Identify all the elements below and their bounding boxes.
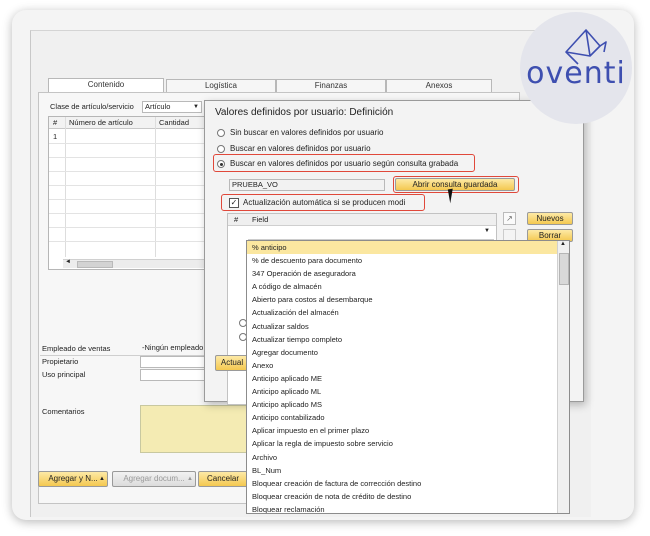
- radio-no-search[interactable]: [217, 129, 225, 137]
- grid-row-line: [49, 171, 209, 172]
- highlight-box: [393, 176, 519, 193]
- sales-employee-select[interactable]: -Ningún empleado: [140, 343, 204, 353]
- scrollbar-thumb[interactable]: [559, 253, 569, 285]
- sales-employee-label: Empleado de ventas: [42, 344, 111, 353]
- field-grid-header-field: Field: [252, 215, 269, 224]
- item-class-label: Clase de artículo/servicio: [50, 102, 134, 111]
- tab-anexos[interactable]: Anexos: [386, 79, 492, 92]
- dropdown-list-item[interactable]: Actualizar tiempo completo: [247, 333, 569, 346]
- grid-row-line: [49, 241, 209, 242]
- grid-row-line: [49, 199, 209, 200]
- update-button[interactable]: Actual: [215, 355, 249, 371]
- expand-arrow-icon[interactable]: ↗: [503, 212, 516, 225]
- dropdown-arrow-icon[interactable]: ▲: [187, 472, 193, 486]
- grid-row-line: [49, 143, 209, 144]
- chevron-down-icon: ▼: [193, 104, 199, 110]
- dropdown-list-item[interactable]: A código de almacén: [247, 280, 569, 293]
- dropdown-list-item[interactable]: Aplicar impuesto en el primer plazo: [247, 424, 569, 437]
- field-dropdown-list[interactable]: % anticipo% de descuento para documento 3…: [246, 240, 570, 514]
- dropdown-list-item[interactable]: % anticipo: [247, 241, 569, 255]
- grid-row-line: [49, 227, 209, 228]
- dropdown-list-item[interactable]: Archivo: [247, 451, 569, 464]
- highlight-box: [221, 194, 425, 211]
- dropdown-list-item[interactable]: Abierto para costos al desembarque: [247, 293, 569, 306]
- dropdown-list-item[interactable]: BL_Num: [247, 464, 569, 477]
- dropdown-list-item[interactable]: Agregar documento: [247, 346, 569, 359]
- add-document-button[interactable]: Agregar docum... ▲: [112, 471, 196, 487]
- tab-finanzas[interactable]: Finanzas: [276, 79, 386, 92]
- dropdown-list-item[interactable]: Anexo: [247, 359, 569, 372]
- dropdown-list-item[interactable]: Bloquear creación de nota de crédito de …: [247, 490, 569, 503]
- field-grid-header-index: #: [234, 215, 239, 224]
- dropdown-list-item[interactable]: Actualizar saldos: [247, 320, 569, 333]
- cancel-button[interactable]: Cancelar: [198, 471, 248, 487]
- main-use-field[interactable]: [140, 369, 206, 381]
- dropdown-list-item[interactable]: Anticipo aplicado ME: [247, 372, 569, 385]
- scroll-up-icon[interactable]: ▲: [560, 241, 566, 247]
- tab-logistica[interactable]: Logística: [166, 79, 276, 92]
- table-row-number: 1: [53, 132, 58, 141]
- dropdown-list-item[interactable]: Bloquear creación de factura de correcci…: [247, 477, 569, 490]
- dropdown-list-item[interactable]: 347 Operación de aseguradora: [247, 267, 569, 280]
- scroll-left-icon[interactable]: ◄: [65, 259, 71, 265]
- grid-header-item-number: Número de artículo: [69, 118, 133, 127]
- grid-header-quantity: Cantidad: [159, 118, 190, 127]
- grid-header-index: #: [53, 118, 58, 127]
- dropdown-list-item[interactable]: Aplicar la regla de impuesto sobre servi…: [247, 437, 569, 450]
- radio-label[interactable]: Sin buscar en valores definidos por usua…: [230, 128, 383, 137]
- item-class-select[interactable]: Artículo ▼: [142, 101, 202, 113]
- items-grid-header: # Número de artículo Cantidad: [49, 117, 209, 129]
- chevron-down-icon[interactable]: ▼: [484, 228, 490, 234]
- grid-col-divider: [65, 117, 66, 257]
- query-name-field[interactable]: PRUEBA_VO: [229, 179, 385, 191]
- dialog-title: Valores definidos por usuario: Definició…: [215, 107, 394, 118]
- field-select[interactable]: ▼: [248, 228, 494, 240]
- scrollbar-thumb[interactable]: [77, 261, 113, 268]
- owner-field[interactable]: [140, 356, 206, 368]
- add-and-new-button[interactable]: Agregar y N... ▲: [38, 471, 108, 487]
- oventi-logo: oventi: [520, 12, 632, 124]
- dropdown-list-item[interactable]: Anticipo contabilizado: [247, 411, 569, 424]
- grid-col-divider: [155, 117, 156, 257]
- horizontal-scrollbar[interactable]: ◄: [63, 259, 209, 268]
- field-grid-header: # Field: [228, 214, 496, 226]
- dropdown-list-item[interactable]: Anticipo aplicado ML: [247, 385, 569, 398]
- highlight-box: [213, 154, 475, 172]
- tab-contenido[interactable]: Contenido: [48, 78, 164, 92]
- radio-search[interactable]: [217, 145, 225, 153]
- dropdown-items: % anticipo% de descuento para documento 3…: [247, 241, 569, 513]
- new-button[interactable]: Nuevos: [527, 212, 573, 225]
- radio-label[interactable]: Buscar en valores definidos por usuario: [230, 144, 371, 153]
- vertical-scrollbar[interactable]: ▲: [557, 241, 569, 513]
- grid-row-line: [49, 213, 209, 214]
- comments-label: Comentarios: [42, 407, 85, 416]
- dropdown-list-item[interactable]: Bloquear reclamación: [247, 503, 569, 513]
- dropdown-arrow-icon[interactable]: ▲: [99, 472, 105, 486]
- grid-row-line: [49, 185, 209, 186]
- item-class-value: Artículo: [145, 102, 171, 111]
- comments-textarea[interactable]: [140, 405, 248, 453]
- add-and-new-label: Agregar y N...: [48, 474, 98, 483]
- add-document-label: Agregar docum...: [123, 474, 185, 483]
- dropdown-list-item[interactable]: % de descuento para documento: [247, 254, 569, 267]
- logo-text: oventi: [526, 56, 626, 91]
- dropdown-list-item[interactable]: Anticipo aplicado MS: [247, 398, 569, 411]
- dropdown-list-item[interactable]: Actualización del almacén: [247, 306, 569, 319]
- owner-label: Propietario: [42, 357, 79, 366]
- grid-row-line: [49, 157, 209, 158]
- main-use-label: Uso principal: [42, 370, 86, 379]
- items-grid: # Número de artículo Cantidad 1 ◄: [48, 116, 210, 270]
